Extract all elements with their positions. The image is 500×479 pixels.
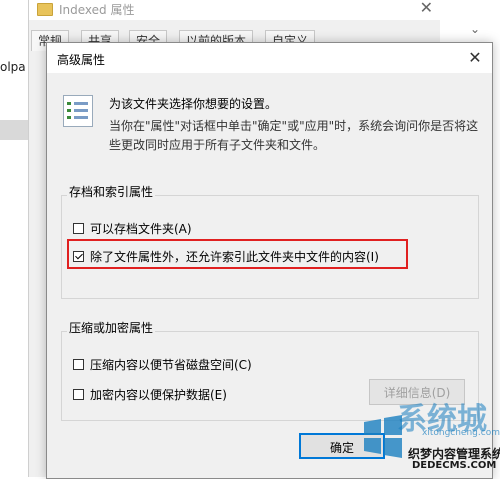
- explorer-item-text: olpa: [0, 60, 26, 74]
- close-icon[interactable]: ✕: [420, 0, 433, 17]
- watermark-line3: DEDECMS.COM: [412, 460, 497, 471]
- encrypt-checkbox-label: 加密内容以便保护数据(E): [90, 388, 227, 402]
- properties-title: Indexed 属性: [59, 3, 135, 17]
- intro-heading: 为该文件夹选择你想要的设置。: [109, 97, 278, 111]
- settings-list-icon: [63, 95, 93, 127]
- archive-checkbox-row[interactable]: 可以存档文件夹(A): [73, 220, 192, 237]
- watermark: 系统城 xitongcheng.com 织梦内容管理系统 DEDECMS.COM: [352, 398, 500, 477]
- chevron-down-icon[interactable]: ⌄: [470, 22, 480, 36]
- folder-icon: [37, 3, 53, 16]
- dialog-close-button[interactable]: ✕: [464, 47, 486, 69]
- intro-description-line1: 当你在"属性"对话框中单击"确定"或"应用"时，系统会询问你是否将这: [109, 119, 479, 133]
- archive-checkbox-label: 可以存档文件夹(A): [90, 222, 192, 236]
- compress-encrypt-group-label: 压缩或加密属性: [67, 319, 156, 336]
- dialog-title: 高级属性: [57, 53, 106, 67]
- explorer-selected-row[interactable]: [0, 120, 28, 140]
- explorer-left-strip: olpa: [0, 0, 28, 477]
- index-checkbox-row[interactable]: 除了文件属性外，还允许索引此文件夹中文件的内容(I): [73, 248, 379, 265]
- compress-checkbox-label: 压缩内容以便节省磁盘空间(C): [90, 358, 252, 372]
- compress-checkbox[interactable]: [73, 359, 84, 370]
- archive-checkbox[interactable]: [73, 223, 84, 234]
- watermark-url: xitongcheng.com: [422, 428, 500, 438]
- compress-checkbox-row[interactable]: 压缩内容以便节省磁盘空间(C): [73, 356, 252, 373]
- properties-titlebar: Indexed 属性 ✕: [29, 0, 441, 20]
- dialog-titlebar: 高级属性 ✕: [47, 43, 492, 73]
- archive-index-group-label: 存档和索引属性: [67, 183, 156, 200]
- index-checkbox[interactable]: [73, 251, 84, 262]
- intro-description-line2: 些更改同时应用于所有子文件夹和文件。: [109, 138, 326, 152]
- encrypt-checkbox-row[interactable]: 加密内容以便保护数据(E): [73, 386, 227, 403]
- encrypt-checkbox[interactable]: [73, 389, 84, 400]
- index-checkbox-label: 除了文件属性外，还允许索引此文件夹中文件的内容(I): [90, 250, 379, 264]
